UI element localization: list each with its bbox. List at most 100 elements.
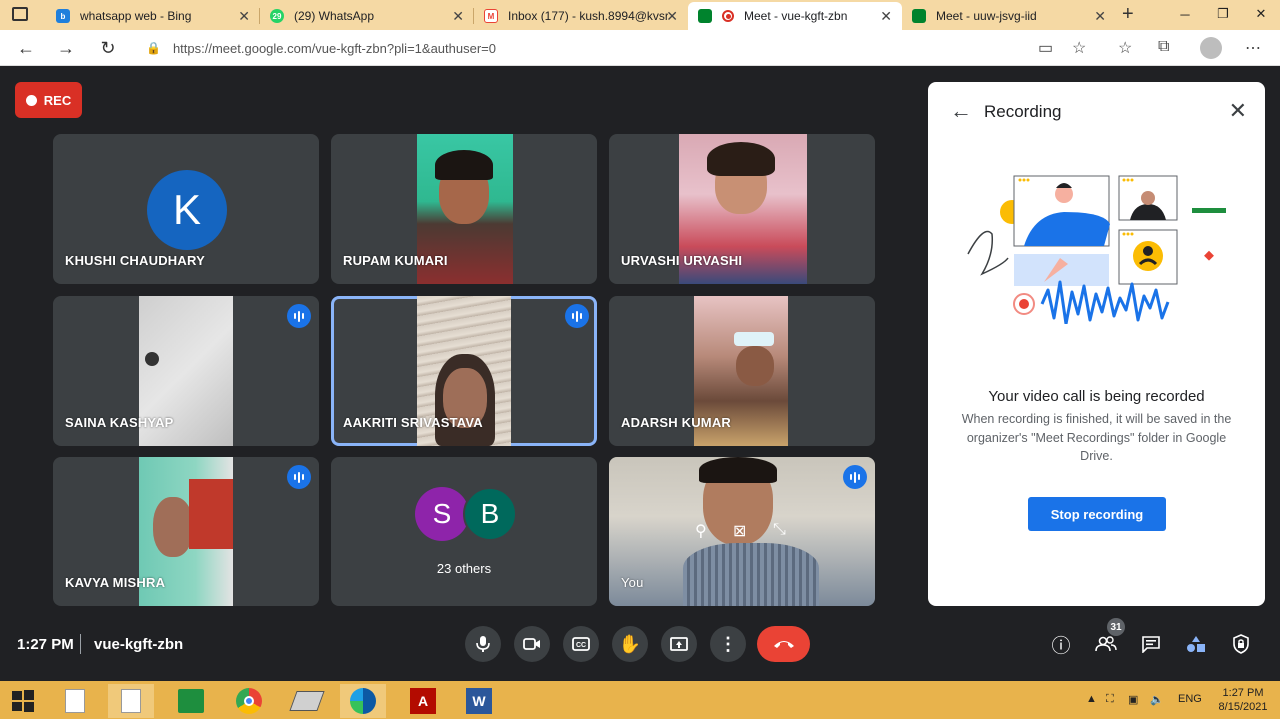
recording-indicator[interactable]: REC bbox=[15, 82, 82, 118]
refresh-icon[interactable]: ↻ bbox=[96, 36, 120, 60]
microphone-button[interactable] bbox=[465, 626, 501, 662]
meeting-code[interactable]: vue-kgft-zbn bbox=[94, 636, 183, 653]
meet-icon bbox=[698, 9, 712, 23]
start-button[interactable] bbox=[0, 684, 46, 718]
close-tab-icon[interactable]: ✕ bbox=[1094, 8, 1106, 25]
minimize-tile-icon[interactable]: ⤡ bbox=[773, 521, 786, 539]
favorites-icon[interactable]: ☆ bbox=[1118, 38, 1132, 58]
file-app[interactable] bbox=[52, 684, 98, 718]
language-indicator[interactable]: ENG bbox=[1178, 693, 1202, 705]
volume-icon[interactable]: 🔈 bbox=[1150, 693, 1164, 706]
tab-title: (29) WhatsApp bbox=[294, 9, 375, 23]
forward-icon[interactable]: → bbox=[54, 36, 78, 60]
network-icon[interactable]: ⛶ bbox=[1106, 693, 1114, 706]
tab-meet-2[interactable]: Meet - uuw-jsvg-iid ✕ bbox=[902, 2, 1116, 30]
recording-description: When recording is finished, it will be s… bbox=[961, 412, 1232, 463]
present-button[interactable] bbox=[661, 626, 697, 662]
more-options-button[interactable]: ⋮ bbox=[710, 626, 746, 662]
power-icon[interactable]: ▣ bbox=[1128, 693, 1138, 706]
avatar: K bbox=[147, 170, 227, 250]
profile-avatar[interactable] bbox=[1200, 37, 1222, 59]
chat-icon[interactable] bbox=[1139, 632, 1163, 656]
camera-button[interactable] bbox=[514, 626, 550, 662]
edge-app[interactable] bbox=[340, 684, 386, 718]
tab-title: Meet - vue-kgft-zbn bbox=[744, 9, 848, 23]
scanner-app[interactable] bbox=[284, 684, 330, 718]
browser-tab-bar: b whatsapp web - Bing ✕ 29 (29) WhatsApp… bbox=[0, 0, 1280, 30]
meeting-details-icon[interactable]: ⓘ bbox=[1049, 632, 1073, 657]
participant-tile[interactable]: KAVYA MISHRA bbox=[53, 457, 319, 606]
lock-icon: 🔒 bbox=[146, 41, 161, 55]
participant-tile[interactable]: K KHUSHI CHAUDHARY bbox=[53, 134, 319, 284]
participant-tile[interactable]: ADARSH KUMAR bbox=[609, 296, 875, 446]
close-window-icon[interactable]: ✕ bbox=[1242, 0, 1280, 28]
participant-name: ADARSH KUMAR bbox=[621, 415, 732, 430]
bing-icon: b bbox=[56, 9, 70, 23]
participant-tile[interactable]: URVASHI URVASHI bbox=[609, 134, 875, 284]
present-icon bbox=[670, 637, 688, 651]
collections-icon[interactable]: ⧉ bbox=[1158, 38, 1169, 56]
others-count-label: 23 others bbox=[436, 561, 492, 576]
participant-tile[interactable]: RUPAM KUMARI bbox=[331, 134, 597, 284]
clock-time: 1:27 PM bbox=[1222, 687, 1264, 699]
tab-actions-icon[interactable] bbox=[12, 7, 28, 21]
clock-date: 8/15/2021 bbox=[1218, 701, 1268, 713]
host-controls-icon[interactable] bbox=[1229, 632, 1253, 656]
tab-whatsapp[interactable]: 29 (29) WhatsApp ✕ bbox=[260, 2, 474, 30]
scanner-icon bbox=[289, 691, 325, 711]
close-icon[interactable]: ✕ bbox=[1229, 98, 1247, 124]
leave-call-button[interactable] bbox=[757, 626, 810, 662]
pin-icon[interactable]: ⚲ bbox=[695, 521, 707, 541]
captions-icon: CC bbox=[572, 637, 590, 651]
hand-icon: ✋ bbox=[618, 633, 642, 654]
back-arrow-icon[interactable]: ← bbox=[950, 98, 972, 124]
participant-name: AAKRITI SRIVASTAVA bbox=[343, 415, 483, 430]
new-tab-icon[interactable]: + bbox=[1122, 3, 1134, 26]
address-bar[interactable]: 🔒 https://meet.google.com/vue-kgft-zbn?p… bbox=[140, 34, 1100, 62]
show-hidden-icons[interactable]: ▲ bbox=[1086, 693, 1097, 705]
back-icon[interactable]: ← bbox=[14, 36, 38, 60]
add-favorite-icon[interactable]: ☆ bbox=[1072, 38, 1086, 58]
more-menu-icon[interactable]: ⋯ bbox=[1245, 38, 1261, 58]
store-app[interactable] bbox=[168, 684, 214, 718]
hide-self-icon[interactable]: ⊠ bbox=[733, 521, 746, 541]
svg-text:CC: CC bbox=[576, 642, 586, 649]
people-count-badge: 31 bbox=[1107, 618, 1125, 636]
participant-tile-active[interactable]: AAKRITI SRIVASTAVA bbox=[331, 296, 597, 446]
document-icon bbox=[65, 689, 85, 713]
tab-bing[interactable]: b whatsapp web - Bing ✕ bbox=[46, 2, 260, 30]
close-tab-icon[interactable]: ✕ bbox=[452, 8, 464, 25]
camera-in-use-icon[interactable]: ▭ bbox=[1038, 38, 1053, 58]
tab-gmail[interactable]: M Inbox (177) - kush.8994@kvsr... ✕ bbox=[474, 2, 688, 30]
participant-name: RUPAM KUMARI bbox=[343, 253, 448, 268]
minimize-icon[interactable]: ─ bbox=[1166, 0, 1204, 28]
restore-icon[interactable]: ❐ bbox=[1204, 0, 1242, 28]
tab-meet-active[interactable]: Meet - vue-kgft-zbn ✕ bbox=[688, 2, 902, 30]
acrobat-app[interactable]: A bbox=[400, 684, 446, 718]
meet-icon bbox=[912, 9, 926, 23]
microphone-icon bbox=[476, 636, 490, 652]
chrome-app[interactable] bbox=[226, 684, 272, 718]
raise-hand-button[interactable]: ✋ bbox=[612, 626, 648, 662]
participant-tile[interactable]: SAINA KASHYAP bbox=[53, 296, 319, 446]
stop-recording-button[interactable]: Stop recording bbox=[1028, 497, 1166, 531]
url-text: https://meet.google.com/vue-kgft-zbn?pli… bbox=[172, 40, 496, 56]
close-tab-icon[interactable]: ✕ bbox=[238, 8, 250, 25]
store-icon bbox=[178, 689, 204, 713]
word-app[interactable]: W bbox=[456, 684, 502, 718]
pdf-icon: A bbox=[410, 688, 436, 714]
tab-title: Meet - uuw-jsvg-iid bbox=[936, 9, 1037, 23]
camera-icon bbox=[523, 638, 540, 650]
close-tab-icon[interactable]: ✕ bbox=[880, 8, 892, 25]
self-tile[interactable]: ⚲ ⊠ ⤡ You bbox=[609, 457, 875, 606]
avatar: S bbox=[415, 487, 469, 541]
activities-icon[interactable] bbox=[1184, 632, 1208, 656]
rec-label: REC bbox=[43, 92, 72, 108]
others-tile[interactable]: S B 23 others bbox=[331, 457, 597, 606]
avatar: B bbox=[463, 487, 517, 541]
system-clock[interactable]: 1:27 PM 8/15/2021 bbox=[1210, 686, 1276, 714]
notes-app[interactable] bbox=[108, 684, 154, 718]
gmail-icon: M bbox=[484, 9, 498, 23]
close-tab-icon[interactable]: ✕ bbox=[666, 8, 678, 25]
captions-button[interactable]: CC bbox=[563, 626, 599, 662]
